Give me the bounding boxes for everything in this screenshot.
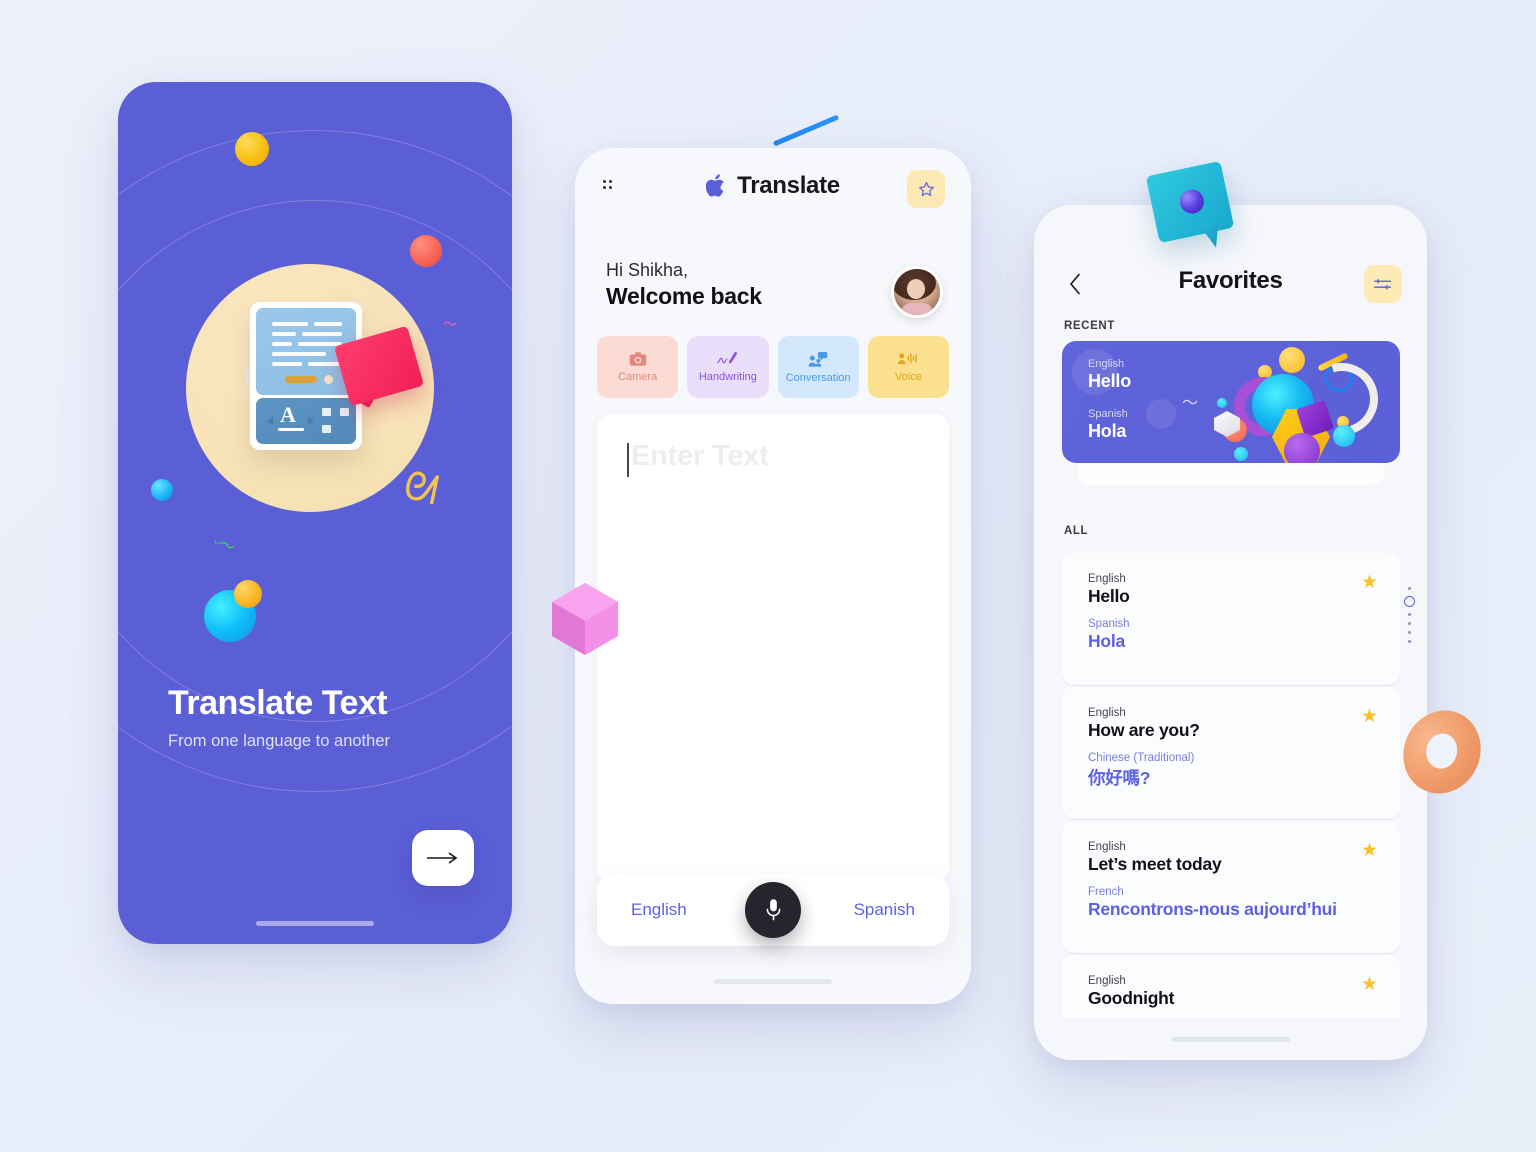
- item-target-language: Chinese (Traditional): [1088, 752, 1195, 764]
- greeting-line-1: Hi Shikha,: [606, 260, 689, 280]
- language-bar: English Spanish: [597, 874, 949, 946]
- source-language-button[interactable]: English: [597, 900, 721, 920]
- recent-target-text: Hola: [1088, 421, 1127, 441]
- star-filled-icon[interactable]: ★: [1361, 975, 1378, 994]
- section-label-recent: RECENT: [1064, 320, 1115, 332]
- item-target-text: Hola: [1088, 631, 1125, 651]
- favorites-screen: Favorites RECENT 〜 English Hello Spanish…: [1034, 205, 1427, 1060]
- item-source-language: English: [1088, 841, 1126, 853]
- action-camera[interactable]: Camera: [597, 336, 679, 398]
- canvas: 〜 A ᘛ ᵕ〜 Translate Text From one languag…: [0, 0, 1536, 1152]
- greeting: Hi Shikha, Welcome back: [606, 260, 762, 310]
- app-title: Translate: [737, 172, 840, 199]
- action-label: Camera: [618, 371, 658, 383]
- recent-source-language: English: [1088, 358, 1125, 370]
- favorite-item-2[interactable]: English How are you? Chinese (Traditiona…: [1062, 687, 1400, 819]
- text-caret: [627, 443, 629, 477]
- action-label: Conversation: [785, 371, 851, 384]
- filter-button[interactable]: [1364, 265, 1402, 303]
- pen-icon: [717, 352, 737, 364]
- action-voice[interactable]: Voice: [867, 336, 949, 398]
- next-button[interactable]: [412, 830, 474, 886]
- quick-actions: Camera Handwriting Conversation Voice: [597, 336, 949, 398]
- item-target-text: 你好嗎?: [1088, 768, 1151, 788]
- star-outline-icon: [918, 181, 934, 196]
- home-screen: Translate Hi Shikha, Welcome back Camera…: [575, 148, 971, 1004]
- greeting-line-2: Welcome back: [606, 283, 762, 309]
- white-squiggle-decoration: 〜: [1182, 395, 1199, 412]
- item-source-text: How are you?: [1088, 720, 1200, 740]
- avatar[interactable]: [891, 266, 943, 318]
- action-label: Handwriting: [698, 371, 757, 383]
- item-target-language: Spanish: [1088, 618, 1130, 630]
- home-indicator: [256, 921, 374, 926]
- item-target-text: Rencontrons-nous aujourd’hui: [1088, 899, 1337, 919]
- yellow-squiggle-decoration: ᘛ: [399, 463, 443, 514]
- document-bottom-panel: A: [256, 398, 356, 444]
- action-conversation[interactable]: Conversation: [777, 336, 859, 398]
- item-source-text: Hello: [1088, 586, 1130, 606]
- letter-a-glyph: A: [280, 402, 296, 427]
- text-input-area[interactable]: Enter Text: [597, 414, 949, 882]
- section-label-all: ALL: [1064, 525, 1089, 537]
- red-sphere-decoration: [410, 235, 442, 267]
- recent-source-text: Hello: [1088, 371, 1132, 391]
- item-target-language: French: [1088, 886, 1124, 898]
- item-source-text: Goodnight: [1088, 988, 1175, 1008]
- item-source-text: Let’s meet today: [1088, 854, 1222, 874]
- favorite-item-3[interactable]: English Let’s meet today French Rencontr…: [1062, 821, 1400, 953]
- app-top-bar: Translate: [575, 148, 971, 236]
- blue-sphere-decoration: [151, 479, 173, 501]
- mic-button[interactable]: [745, 882, 801, 938]
- recent-card[interactable]: 〜 English Hello Spanish Hola: [1062, 341, 1400, 463]
- text-input-placeholder: Enter Text: [631, 440, 769, 472]
- recent-target-language: Spanish: [1088, 408, 1128, 420]
- item-source-language: English: [1088, 573, 1126, 585]
- conversation-icon: [808, 351, 828, 367]
- camera-icon: [629, 352, 646, 366]
- action-handwriting[interactable]: Handwriting: [687, 336, 769, 398]
- blue-stick-3d: [772, 114, 840, 147]
- green-squiggle-decoration: ᵕ〜: [211, 534, 237, 557]
- pink-squiggle-decoration: 〜: [443, 316, 457, 332]
- yellow-sphere-decoration-2: [234, 580, 262, 608]
- item-source-language: English: [1088, 707, 1126, 719]
- sliders-icon: [1374, 279, 1392, 290]
- microphone-icon: [766, 899, 780, 921]
- target-language-button[interactable]: Spanish: [820, 900, 949, 920]
- favorites-button[interactable]: [907, 170, 945, 208]
- favorite-item-1[interactable]: English Hello Spanish Hola ★: [1062, 553, 1400, 685]
- page-subtitle: From one language to another: [168, 732, 390, 750]
- item-source-language: English: [1088, 975, 1126, 987]
- voice-wave-icon: [898, 353, 918, 365]
- recent-pager-active-dot: [1403, 596, 1415, 607]
- recent-pager[interactable]: [1403, 587, 1415, 649]
- action-label: Voice: [894, 371, 922, 383]
- page-title: Translate Text: [168, 684, 388, 722]
- home-indicator: [1171, 1037, 1290, 1042]
- apple-logo-icon: [706, 174, 724, 197]
- star-filled-icon[interactable]: ★: [1361, 573, 1378, 592]
- star-filled-icon[interactable]: ★: [1361, 841, 1378, 860]
- home-indicator: [714, 979, 832, 984]
- onboarding-screen: 〜 A ᘛ ᵕ〜 Translate Text From one languag…: [118, 82, 512, 944]
- star-filled-icon[interactable]: ★: [1361, 707, 1378, 726]
- arrow-right-icon: [427, 852, 458, 864]
- yellow-sphere-decoration: [235, 132, 269, 166]
